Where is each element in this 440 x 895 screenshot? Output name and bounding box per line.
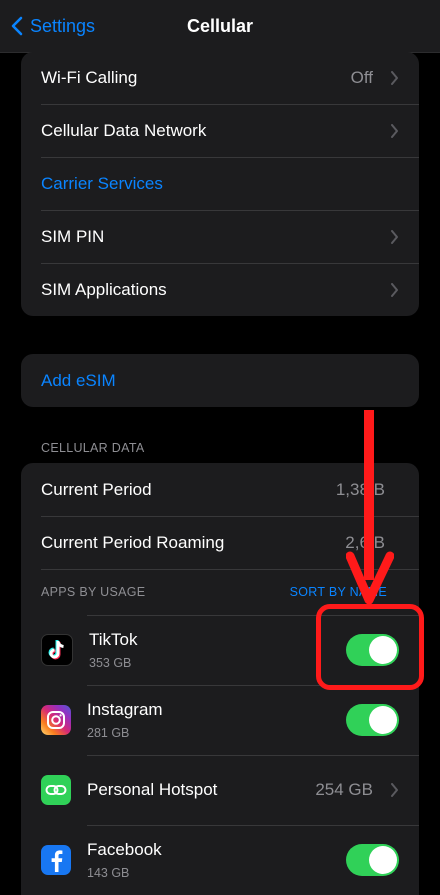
current-period-roaming-label: Current Period Roaming — [41, 532, 225, 552]
page-title: Cellular — [186, 15, 254, 36]
settings-group: Wi-Fi Calling Off Cellular Data Network … — [21, 52, 419, 316]
chevron-left-icon — [11, 16, 23, 36]
wifi-calling-value: Off — [350, 68, 373, 87]
sim-pin-row[interactable]: SIM PIN — [21, 210, 419, 263]
carrier-services-row[interactable]: Carrier Services — [21, 157, 419, 210]
app-size: 281 GB — [87, 726, 130, 740]
app-row-facebook: Facebook 143 GB — [21, 825, 419, 895]
sim-pin-label: SIM PIN — [41, 226, 105, 246]
chevron-right-icon — [391, 282, 398, 297]
cellular-data-network-row[interactable]: Cellular Data Network — [21, 104, 419, 157]
toggle-knob — [369, 846, 397, 874]
app-name: TikTok — [89, 630, 138, 649]
back-button-label: Settings — [30, 15, 96, 36]
back-button[interactable]: Settings — [10, 12, 95, 40]
cellular-data-network-label: Cellular Data Network — [41, 120, 207, 140]
chevron-right-icon — [391, 71, 398, 85]
add-esim-row[interactable]: Add eSIM — [21, 354, 419, 407]
tiktok-icon — [41, 634, 73, 666]
esim-group: Add eSIM — [21, 354, 419, 407]
chevron-right-icon — [391, 783, 398, 797]
instagram-cellular-toggle[interactable] — [346, 704, 399, 736]
navigation-bar: Settings Cellular — [0, 0, 440, 53]
facebook-cellular-toggle[interactable] — [346, 844, 399, 876]
app-name: Personal Hotspot — [87, 780, 218, 799]
app-name: Instagram — [87, 700, 163, 719]
app-row-instagram: Instagram 281 GB — [21, 685, 419, 755]
chevron-right-icon — [391, 229, 398, 244]
wifi-calling-row[interactable]: Wi-Fi Calling Off — [21, 52, 419, 104]
annotation-arrow — [346, 410, 394, 605]
app-row-personal-hotspot[interactable]: Personal Hotspot 254 GB — [21, 755, 419, 825]
wifi-calling-label: Wi-Fi Calling — [41, 68, 138, 87]
app-name: Facebook — [87, 840, 162, 859]
hotspot-icon — [41, 775, 71, 805]
app-size: 353 GB — [89, 656, 132, 670]
apps-by-usage-label: APPS BY USAGE — [41, 585, 146, 599]
add-esim-link[interactable]: Add eSIM — [41, 371, 116, 391]
app-text: Facebook 143 GB — [87, 840, 162, 880]
facebook-icon — [41, 845, 71, 875]
annotation-highlight-box — [316, 604, 424, 690]
app-text: Instagram 281 GB — [87, 700, 163, 740]
current-period-label: Current Period — [41, 479, 152, 499]
sim-applications-label: SIM Applications — [41, 279, 167, 299]
instagram-icon — [41, 705, 71, 735]
sim-applications-row[interactable]: SIM Applications — [21, 263, 419, 316]
toggle-knob — [369, 706, 397, 734]
app-text: TikTok 353 GB — [89, 630, 138, 670]
app-text: Personal Hotspot — [87, 780, 217, 800]
app-size: 143 GB — [87, 866, 130, 880]
carrier-services-link[interactable]: Carrier Services — [41, 174, 163, 194]
chevron-right-icon — [391, 123, 398, 138]
hotspot-usage-value: 254 GB — [315, 780, 373, 799]
cellular-data-header: CELLULAR DATA — [41, 441, 145, 455]
